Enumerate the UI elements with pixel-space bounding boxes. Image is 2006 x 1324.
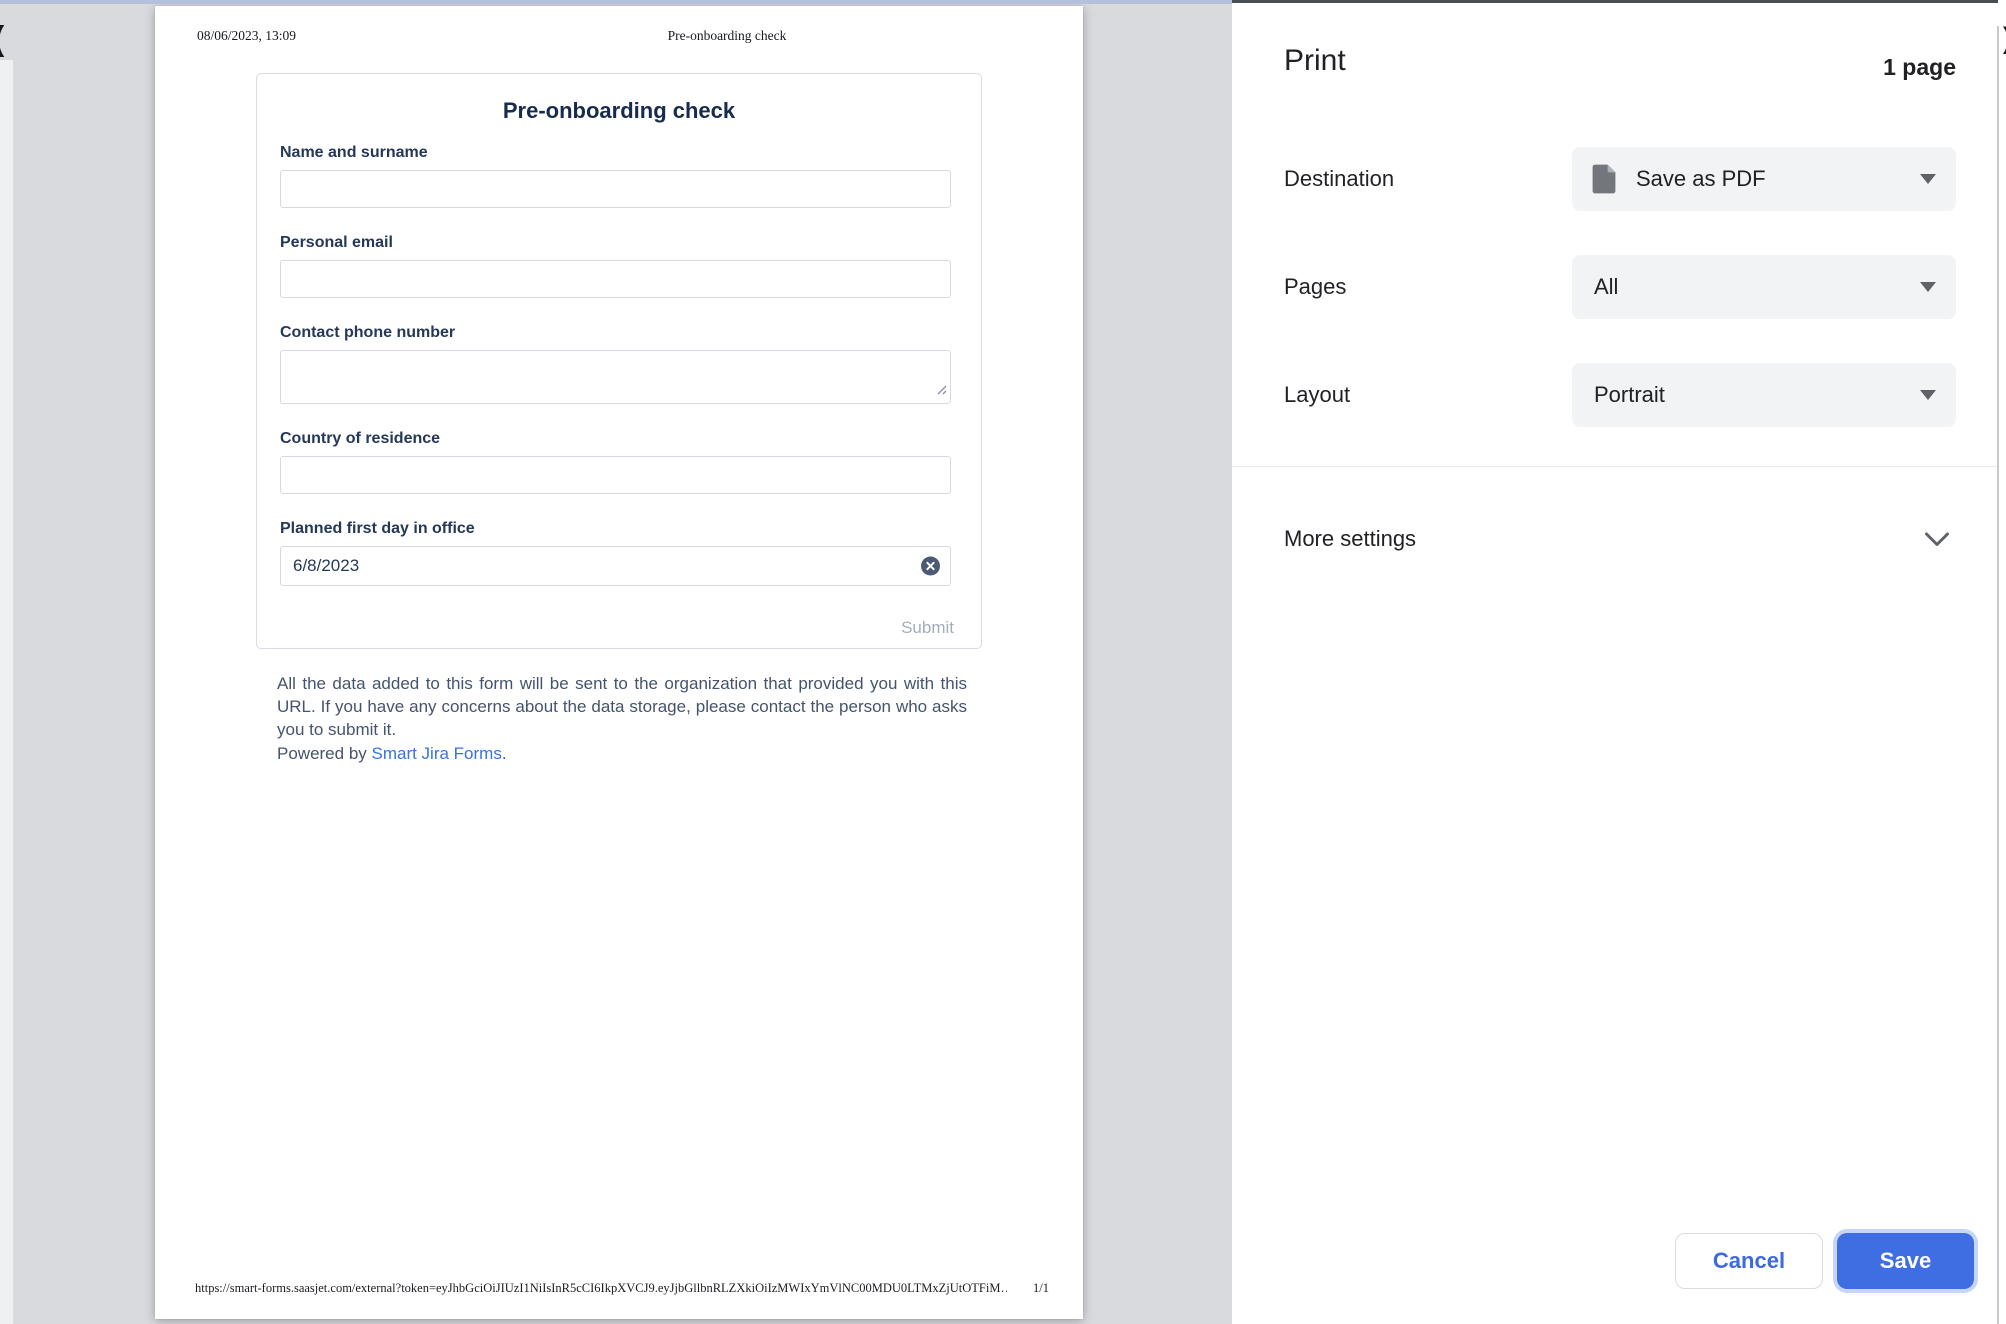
form-card: Pre-onboarding check Name and surname Pe…: [256, 73, 982, 649]
field-name-and-surname: Name and surname: [280, 144, 958, 208]
powered-by: Powered by Smart Jira Forms.: [277, 742, 967, 765]
underlying-page-glyph-left: (: [0, 20, 5, 59]
pages-label: Pages: [1284, 255, 1564, 319]
form-disclaimer: All the data added to this form will be …: [277, 672, 967, 765]
field-label: Country of residence: [280, 430, 958, 448]
print-preview-page[interactable]: 08/06/2023, 13:09 Pre-onboarding check P…: [155, 6, 1083, 1319]
underlying-page-sliver-left: [0, 60, 13, 1324]
clear-circle-icon: [921, 557, 940, 576]
page-count: 1 page: [1883, 54, 1956, 81]
triangle-down-icon: [1920, 282, 1936, 292]
pages-value: All: [1594, 274, 1618, 300]
pages-dropdown[interactable]: All: [1572, 255, 1956, 319]
section-divider: [1232, 466, 2006, 467]
pdf-document-icon: [1592, 164, 1616, 194]
name-input: [280, 170, 951, 208]
print-header: 08/06/2023, 13:09 Pre-onboarding check: [195, 28, 1043, 48]
triangle-down-icon: [1920, 390, 1936, 400]
field-label: Name and surname: [280, 144, 958, 162]
destination-value: Save as PDF: [1636, 166, 1766, 192]
field-label: Personal email: [280, 234, 958, 252]
layout-label: Layout: [1284, 363, 1564, 427]
field-first-day: Planned first day in office 6/8/2023: [280, 520, 958, 586]
header-doc-title: Pre-onboarding check: [668, 28, 787, 44]
powered-suffix: .: [502, 744, 507, 763]
phone-textarea: [280, 350, 951, 404]
panel-top-edge: [1232, 0, 1998, 3]
powered-prefix: Powered by: [277, 744, 372, 763]
destination-label: Destination: [1284, 147, 1564, 211]
triangle-down-icon: [1920, 174, 1936, 184]
date-input: 6/8/2023: [280, 546, 951, 586]
more-settings-toggle[interactable]: More settings: [1232, 510, 2006, 568]
resize-handle-icon: [934, 382, 947, 400]
header-datetime: 08/06/2023, 13:09: [197, 28, 296, 44]
field-label: Contact phone number: [280, 324, 958, 342]
disclaimer-text: All the data added to this form will be …: [277, 672, 967, 741]
country-input: [280, 456, 951, 494]
more-settings-label: More settings: [1284, 510, 1416, 568]
footer-page-indicator: 1/1: [1033, 1281, 1049, 1296]
date-value: 6/8/2023: [281, 556, 359, 576]
window-top-edge: [0, 0, 1232, 4]
field-label: Planned first day in office: [280, 520, 958, 538]
save-button[interactable]: Save: [1837, 1233, 1974, 1289]
cancel-button[interactable]: Cancel: [1675, 1233, 1823, 1289]
smart-jira-forms-link: Smart Jira Forms: [372, 744, 502, 763]
layout-dropdown[interactable]: Portrait: [1572, 363, 1956, 427]
print-footer: https://smart-forms.saasjet.com/external…: [195, 1281, 1049, 1296]
panel-title: Print: [1284, 44, 1346, 78]
destination-dropdown[interactable]: Save as PDF: [1572, 147, 1956, 211]
email-input: [280, 260, 951, 298]
footer-url: https://smart-forms.saasjet.com/external…: [195, 1281, 1007, 1296]
underlying-page-sliver-right: [1997, 26, 2006, 1324]
submit-button: Submit: [899, 614, 956, 642]
layout-value: Portrait: [1594, 382, 1665, 408]
print-settings-panel: Print 1 page Destination Save as PDF Pag…: [1232, 0, 2006, 1324]
field-personal-email: Personal email: [280, 234, 958, 298]
chevron-down-icon: [1924, 532, 1950, 547]
form-title: Pre-onboarding check: [280, 98, 958, 124]
field-country: Country of residence: [280, 430, 958, 494]
submit-row: Submit: [280, 614, 958, 642]
field-contact-phone: Contact phone number: [280, 324, 958, 404]
